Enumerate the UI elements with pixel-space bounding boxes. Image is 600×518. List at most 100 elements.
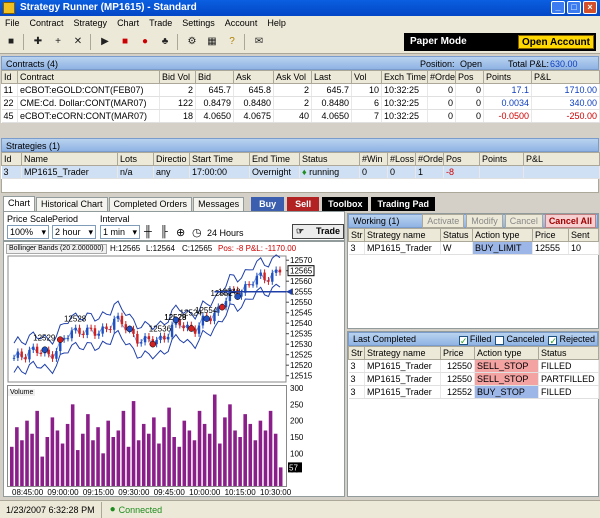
tab-historical-chart[interactable]: Historical Chart <box>36 197 108 211</box>
tab-messages[interactable]: Messages <box>193 197 245 211</box>
column-header[interactable]: Status <box>440 228 473 242</box>
strategy-row[interactable]: 3 MP1615_Trader n/a any 17:00:00 Overnight ♦ r… <box>1 165 600 179</box>
column-header[interactable]: Start Time <box>189 152 250 166</box>
buy-button[interactable]: Buy <box>251 197 285 211</box>
column-header[interactable]: Status <box>299 152 360 166</box>
table-cell: 0 <box>427 109 456 123</box>
column-header[interactable]: Exch Time <box>381 70 428 84</box>
column-header[interactable]: #Orde <box>415 152 444 166</box>
new-contract-icon[interactable]: ✚ <box>29 33 47 51</box>
sell-button[interactable]: Sell <box>287 197 320 211</box>
column-header[interactable]: Last <box>311 70 352 84</box>
interval-select[interactable]: 1 min ▾ <box>100 225 140 239</box>
trade-button[interactable]: ☞ Trade <box>292 224 344 239</box>
volume-bar <box>111 437 116 486</box>
activate-button[interactable]: Activate <box>422 214 465 228</box>
rejected-checkbox[interactable] <box>548 334 558 348</box>
menu-chart[interactable]: Chart <box>112 16 144 30</box>
column-header[interactable]: Ask Vol <box>273 70 312 84</box>
column-header[interactable]: P&L <box>523 152 600 166</box>
save-icon[interactable]: ■ <box>2 33 20 51</box>
help-icon[interactable]: ? <box>223 33 241 51</box>
table-cell: BUY_STOP <box>474 385 539 399</box>
menu-account[interactable]: Account <box>220 16 263 30</box>
clock-icon[interactable]: ◷ <box>192 226 202 239</box>
column-header[interactable]: Name <box>21 152 118 166</box>
column-header[interactable]: Pos <box>455 70 484 84</box>
column-header[interactable]: Action type <box>474 346 539 360</box>
column-header[interactable]: Contract <box>17 70 160 84</box>
menu-file[interactable]: File <box>0 16 25 30</box>
column-header[interactable]: Vol <box>351 70 382 84</box>
chart-svg[interactable]: 12570 1256512560 1255512550 1254512540 12535… <box>4 242 345 497</box>
maximize-button[interactable]: □ <box>567 1 581 14</box>
column-header[interactable]: #Orde <box>427 70 456 84</box>
column-header[interactable]: Sent <box>568 228 599 242</box>
stop-icon[interactable]: ■ <box>116 33 134 51</box>
minimize-button[interactable]: _ <box>551 1 565 14</box>
contract-row[interactable]: 11 eCBOT:eGOLD:CONT(FEB07) 2 645.7 645.8 2 645… <box>1 83 600 97</box>
column-header[interactable]: Action type <box>472 228 533 242</box>
period-select[interactable]: 2 hour ▾ <box>52 225 96 239</box>
column-header[interactable]: Points <box>479 152 524 166</box>
candle-body <box>120 315 124 325</box>
column-header[interactable]: Str <box>348 228 365 242</box>
column-header[interactable]: Price <box>440 346 475 360</box>
cancel-all-button[interactable]: Cancel All <box>544 214 596 228</box>
play-icon[interactable]: ▶ <box>96 33 114 51</box>
contract-row[interactable]: 22 CME:Cd. Dollar:CONT(MAR07) 122 0.8479 0.8… <box>1 96 600 110</box>
chart-settings-icon[interactable]: ▦ <box>203 33 221 51</box>
column-header[interactable]: Lots <box>117 152 154 166</box>
close-button[interactable]: × <box>583 1 597 14</box>
column-header[interactable]: End Time <box>249 152 300 166</box>
tab-chart[interactable]: Chart <box>3 196 36 211</box>
menu-settings[interactable]: Settings <box>177 16 220 30</box>
menu-strategy[interactable]: Strategy <box>69 16 113 30</box>
completed-order-row[interactable]: 3 MP1615_Trader 12550 SELL_STOP PARTFILLED <box>348 372 599 386</box>
menu-help[interactable]: Help <box>262 16 291 30</box>
column-header[interactable]: Ask <box>233 70 274 84</box>
toolbox-button[interactable]: Toolbox <box>322 197 369 211</box>
hours-label[interactable]: 24 Hours <box>207 228 244 238</box>
message-icon[interactable]: ✉ <box>250 33 268 51</box>
canceled-checkbox[interactable] <box>495 335 505 345</box>
column-header[interactable]: #Win <box>359 152 388 166</box>
menu-trade[interactable]: Trade <box>144 16 177 30</box>
table-cell: 2 <box>159 83 196 97</box>
remove-icon[interactable]: ✕ <box>69 33 87 51</box>
column-header[interactable]: Directio <box>153 152 190 166</box>
price-scale-select[interactable]: 100% ▾ <box>7 225 49 239</box>
column-header[interactable]: Strategy name <box>364 228 441 242</box>
candles-icon[interactable]: ╫ <box>144 226 152 238</box>
trade-annotation: 12536 <box>149 325 172 334</box>
contract-row[interactable]: 45 eCBOT:eCORN:CONT(MAR07) 18 4.0650 4.0675 4… <box>1 109 600 123</box>
zoom-icon[interactable]: ⊕ <box>176 226 185 239</box>
strategy-icon[interactable]: ♣ <box>156 33 174 51</box>
bars-icon[interactable]: ╟ <box>160 226 168 238</box>
cancel-button[interactable]: Cancel <box>504 214 543 228</box>
stop-all-icon[interactable]: ● <box>136 33 154 51</box>
tab-completed-orders[interactable]: Completed Orders <box>108 197 193 211</box>
column-header[interactable]: Status <box>538 346 599 360</box>
column-header[interactable]: Bid <box>195 70 234 84</box>
column-header[interactable]: Str <box>348 346 365 360</box>
column-header[interactable]: Bid Vol <box>159 70 196 84</box>
column-header[interactable]: Points <box>483 70 532 84</box>
open-account-button[interactable]: Open Account <box>518 35 594 49</box>
menu-contract[interactable]: Contract <box>25 16 69 30</box>
column-header[interactable]: #Loss <box>387 152 416 166</box>
indicator-icon[interactable]: ⚙ <box>183 33 201 51</box>
column-header[interactable]: Strategy name <box>364 346 441 360</box>
filled-checkbox[interactable] <box>458 334 468 348</box>
completed-order-row[interactable]: 3 MP1615_Trader 12550 SELL_STOP FILLED <box>348 359 599 373</box>
column-header[interactable]: Price <box>532 228 569 242</box>
column-header[interactable]: Id <box>1 70 18 84</box>
working-order-row[interactable]: 3 MP1615_Trader W BUY_LIMIT 12555 10 <box>348 241 599 255</box>
completed-order-row[interactable]: 3 MP1615_Trader 12552 BUY_STOP FILLED <box>348 385 599 399</box>
trading-pad-button[interactable]: Trading Pad <box>371 197 435 211</box>
add-icon[interactable]: + <box>49 33 67 51</box>
column-header[interactable]: Pos <box>443 152 480 166</box>
column-header[interactable]: P&L <box>531 70 600 84</box>
modify-button[interactable]: Modify <box>466 214 503 228</box>
column-header[interactable]: Id <box>1 152 22 166</box>
